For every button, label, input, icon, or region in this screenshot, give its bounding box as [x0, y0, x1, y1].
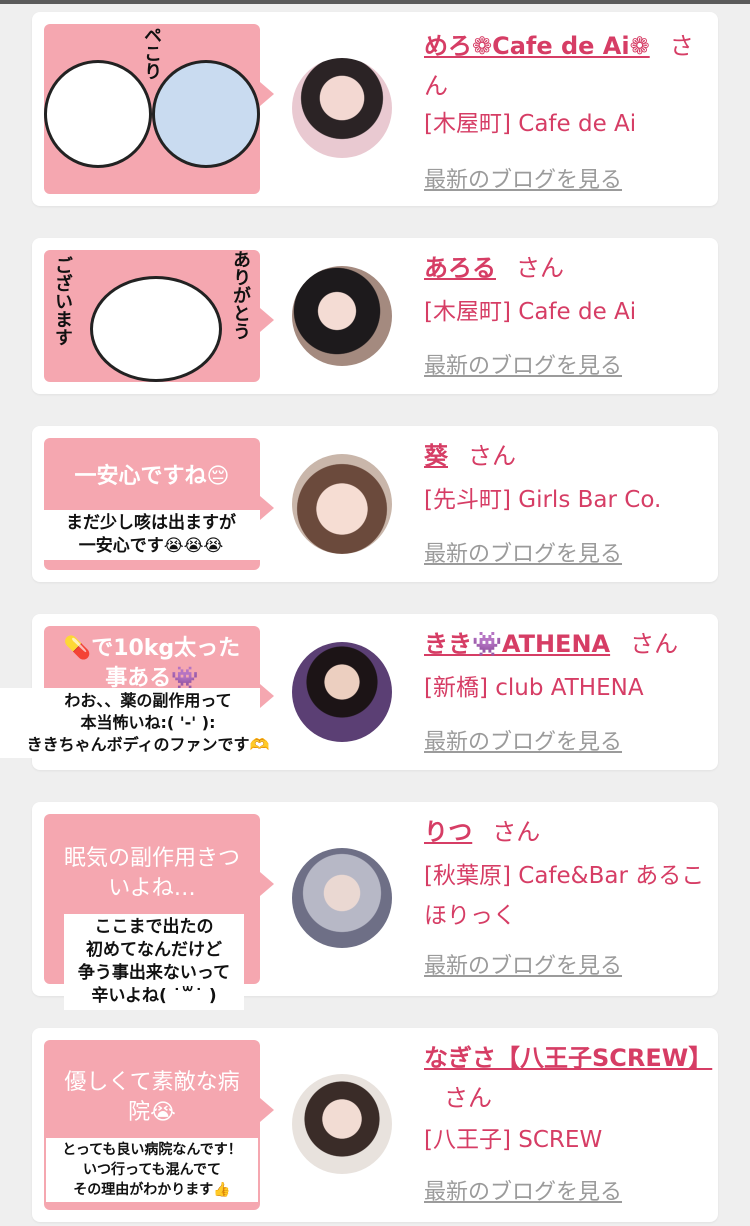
avatar[interactable] — [292, 454, 392, 554]
sticker-caption: ペこり — [141, 26, 162, 80]
honorific: さん — [516, 254, 564, 282]
name-row: りつ さん — [424, 812, 714, 852]
comment-bubble: ペこり — [44, 24, 274, 194]
shop-name: club ATHENA — [495, 675, 644, 701]
name-row: あろる さん — [424, 248, 714, 288]
area: [新橋] — [424, 675, 488, 701]
top-divider — [0, 0, 750, 4]
shop-name: Girls Bar Co. — [518, 487, 662, 513]
latest-blog-link[interactable]: 最新のブログを見る — [424, 536, 622, 568]
shop-name: Cafe de Ai — [518, 111, 637, 137]
shop-name: SCREW — [518, 1127, 603, 1153]
shop-info: [木屋町] Cafe de Ai — [424, 104, 714, 144]
avatar[interactable] — [292, 1074, 392, 1174]
shop-info: [秋葉原] Cafe&Bar あるこほりっく — [424, 856, 714, 936]
girl-name-link[interactable]: めろ❁Cafe de Ai❁ — [424, 32, 650, 60]
avatar[interactable] — [292, 266, 392, 366]
latest-blog-link[interactable]: 最新のブログを見る — [424, 348, 622, 380]
honorific: さん — [444, 1084, 492, 1112]
avatar[interactable] — [292, 58, 392, 158]
sticker-caption-right: ありがとう — [230, 250, 251, 340]
girl-card[interactable]: ペこり めろ❁Cafe de Ai❁ さん [木屋町] Cafe de Ai 最新… — [32, 12, 718, 206]
name-row: 葵さん — [424, 436, 714, 476]
shop-info: [先斗町] Girls Bar Co. — [424, 480, 714, 520]
latest-blog-link[interactable]: 最新のブログを見る — [424, 162, 622, 194]
girl-name-link[interactable]: なぎさ【八王子SCREW】 — [424, 1044, 712, 1072]
name-row: なぎさ【八王子SCREW】さん — [424, 1038, 714, 1118]
comment-text: とっても良い病院なんです！ いつ行っても混んでて その理由がわかります👍 — [46, 1138, 258, 1202]
girl-card[interactable]: 優しくて素敵な病 院😭 とっても良い病院なんです！ いつ行っても混んでて その理… — [32, 1028, 718, 1222]
bear-sticker-icon — [44, 60, 152, 168]
girl-name-link[interactable]: 葵 — [424, 442, 448, 470]
girl-name-link[interactable]: きき👾ATHENA — [424, 630, 610, 658]
shop-info: [八王子] SCREW — [424, 1120, 714, 1160]
comment-text: ここまで出たの 初めてなんだけど 争う事出来ないって 辛いよね( ˙꒳˙ ) — [64, 914, 244, 1010]
area: [秋葉原] — [424, 863, 511, 889]
comment-bubble: 一安心ですね😔 まだ少し咳は出ますが 一安心です😭😭😭 — [42, 438, 274, 570]
area: [先斗町] — [424, 487, 511, 513]
girl-card[interactable]: ございます ありがとう あろる さん [木屋町] Cafe de Ai 最新のブロ… — [32, 238, 718, 394]
comment-title: 一安心ですね😔 — [74, 464, 230, 489]
latest-blog-link[interactable]: 最新のブログを見る — [424, 724, 622, 756]
shop-name: Cafe de Ai — [518, 299, 637, 325]
name-row: きき👾ATHENA さん — [424, 624, 714, 664]
girl-name-link[interactable]: あろる — [424, 254, 496, 282]
avatar[interactable] — [292, 642, 392, 742]
latest-blog-link[interactable]: 最新のブログを見る — [424, 1174, 622, 1206]
avatar[interactable] — [292, 848, 392, 948]
name-row: めろ❁Cafe de Ai❁ さん — [424, 26, 714, 106]
comment-bubble: ございます ありがとう — [44, 250, 274, 382]
honorific: さん — [492, 818, 541, 846]
girl-card[interactable]: 眠気の副作用きつ いよね… ここまで出たの 初めてなんだけど 争う事出来ないって… — [32, 802, 718, 1010]
girl-card[interactable]: 一安心ですね😔 まだ少し咳は出ますが 一安心です😭😭😭 葵さん [先斗町] Gi… — [32, 426, 718, 582]
girl-name-link[interactable]: りつ — [424, 818, 472, 846]
honorific: さん — [468, 442, 516, 470]
shop-info: [新橋] club ATHENA — [424, 668, 714, 708]
girl-card[interactable]: 💊で10kg太った 事ある👾 わお、、薬の副作用って 本当怖いね:( '-' )… — [0, 614, 718, 770]
latest-blog-link[interactable]: 最新のブログを見る — [424, 948, 622, 980]
cat-sticker-icon — [152, 60, 260, 168]
comment-bubble: 優しくて素敵な病 院😭 とっても良い病院なんです！ いつ行っても混んでて その理… — [44, 1040, 274, 1210]
sticker-caption-left: ございます — [52, 256, 73, 346]
comment-bubble: 💊で10kg太った 事ある👾 わお、、薬の副作用って 本当怖いね:( '-' )… — [0, 626, 296, 758]
comment-text: まだ少し咳は出ますが 一安心です😭😭😭 — [42, 510, 260, 560]
shop-info: [木屋町] Cafe de Ai — [424, 292, 714, 332]
area: [八王子] — [424, 1127, 511, 1153]
comment-title: 優しくて素敵な病 院😭 — [64, 1070, 240, 1125]
honorific: さん — [630, 630, 679, 658]
comment-title: 眠気の副作用きつ いよね… — [63, 846, 240, 901]
area: [木屋町] — [424, 299, 511, 325]
area: [木屋町] — [424, 111, 511, 137]
comment-bubble: 眠気の副作用きつ いよね… ここまで出たの 初めてなんだけど 争う事出来ないって… — [44, 814, 274, 1010]
comment-title: 💊で10kg太った 事ある👾 — [63, 636, 241, 691]
character-sticker-icon — [90, 276, 222, 382]
comment-text: わお、、薬の副作用って 本当怖いね:( '-' ): ききちゃんボディのファンで… — [0, 688, 296, 758]
